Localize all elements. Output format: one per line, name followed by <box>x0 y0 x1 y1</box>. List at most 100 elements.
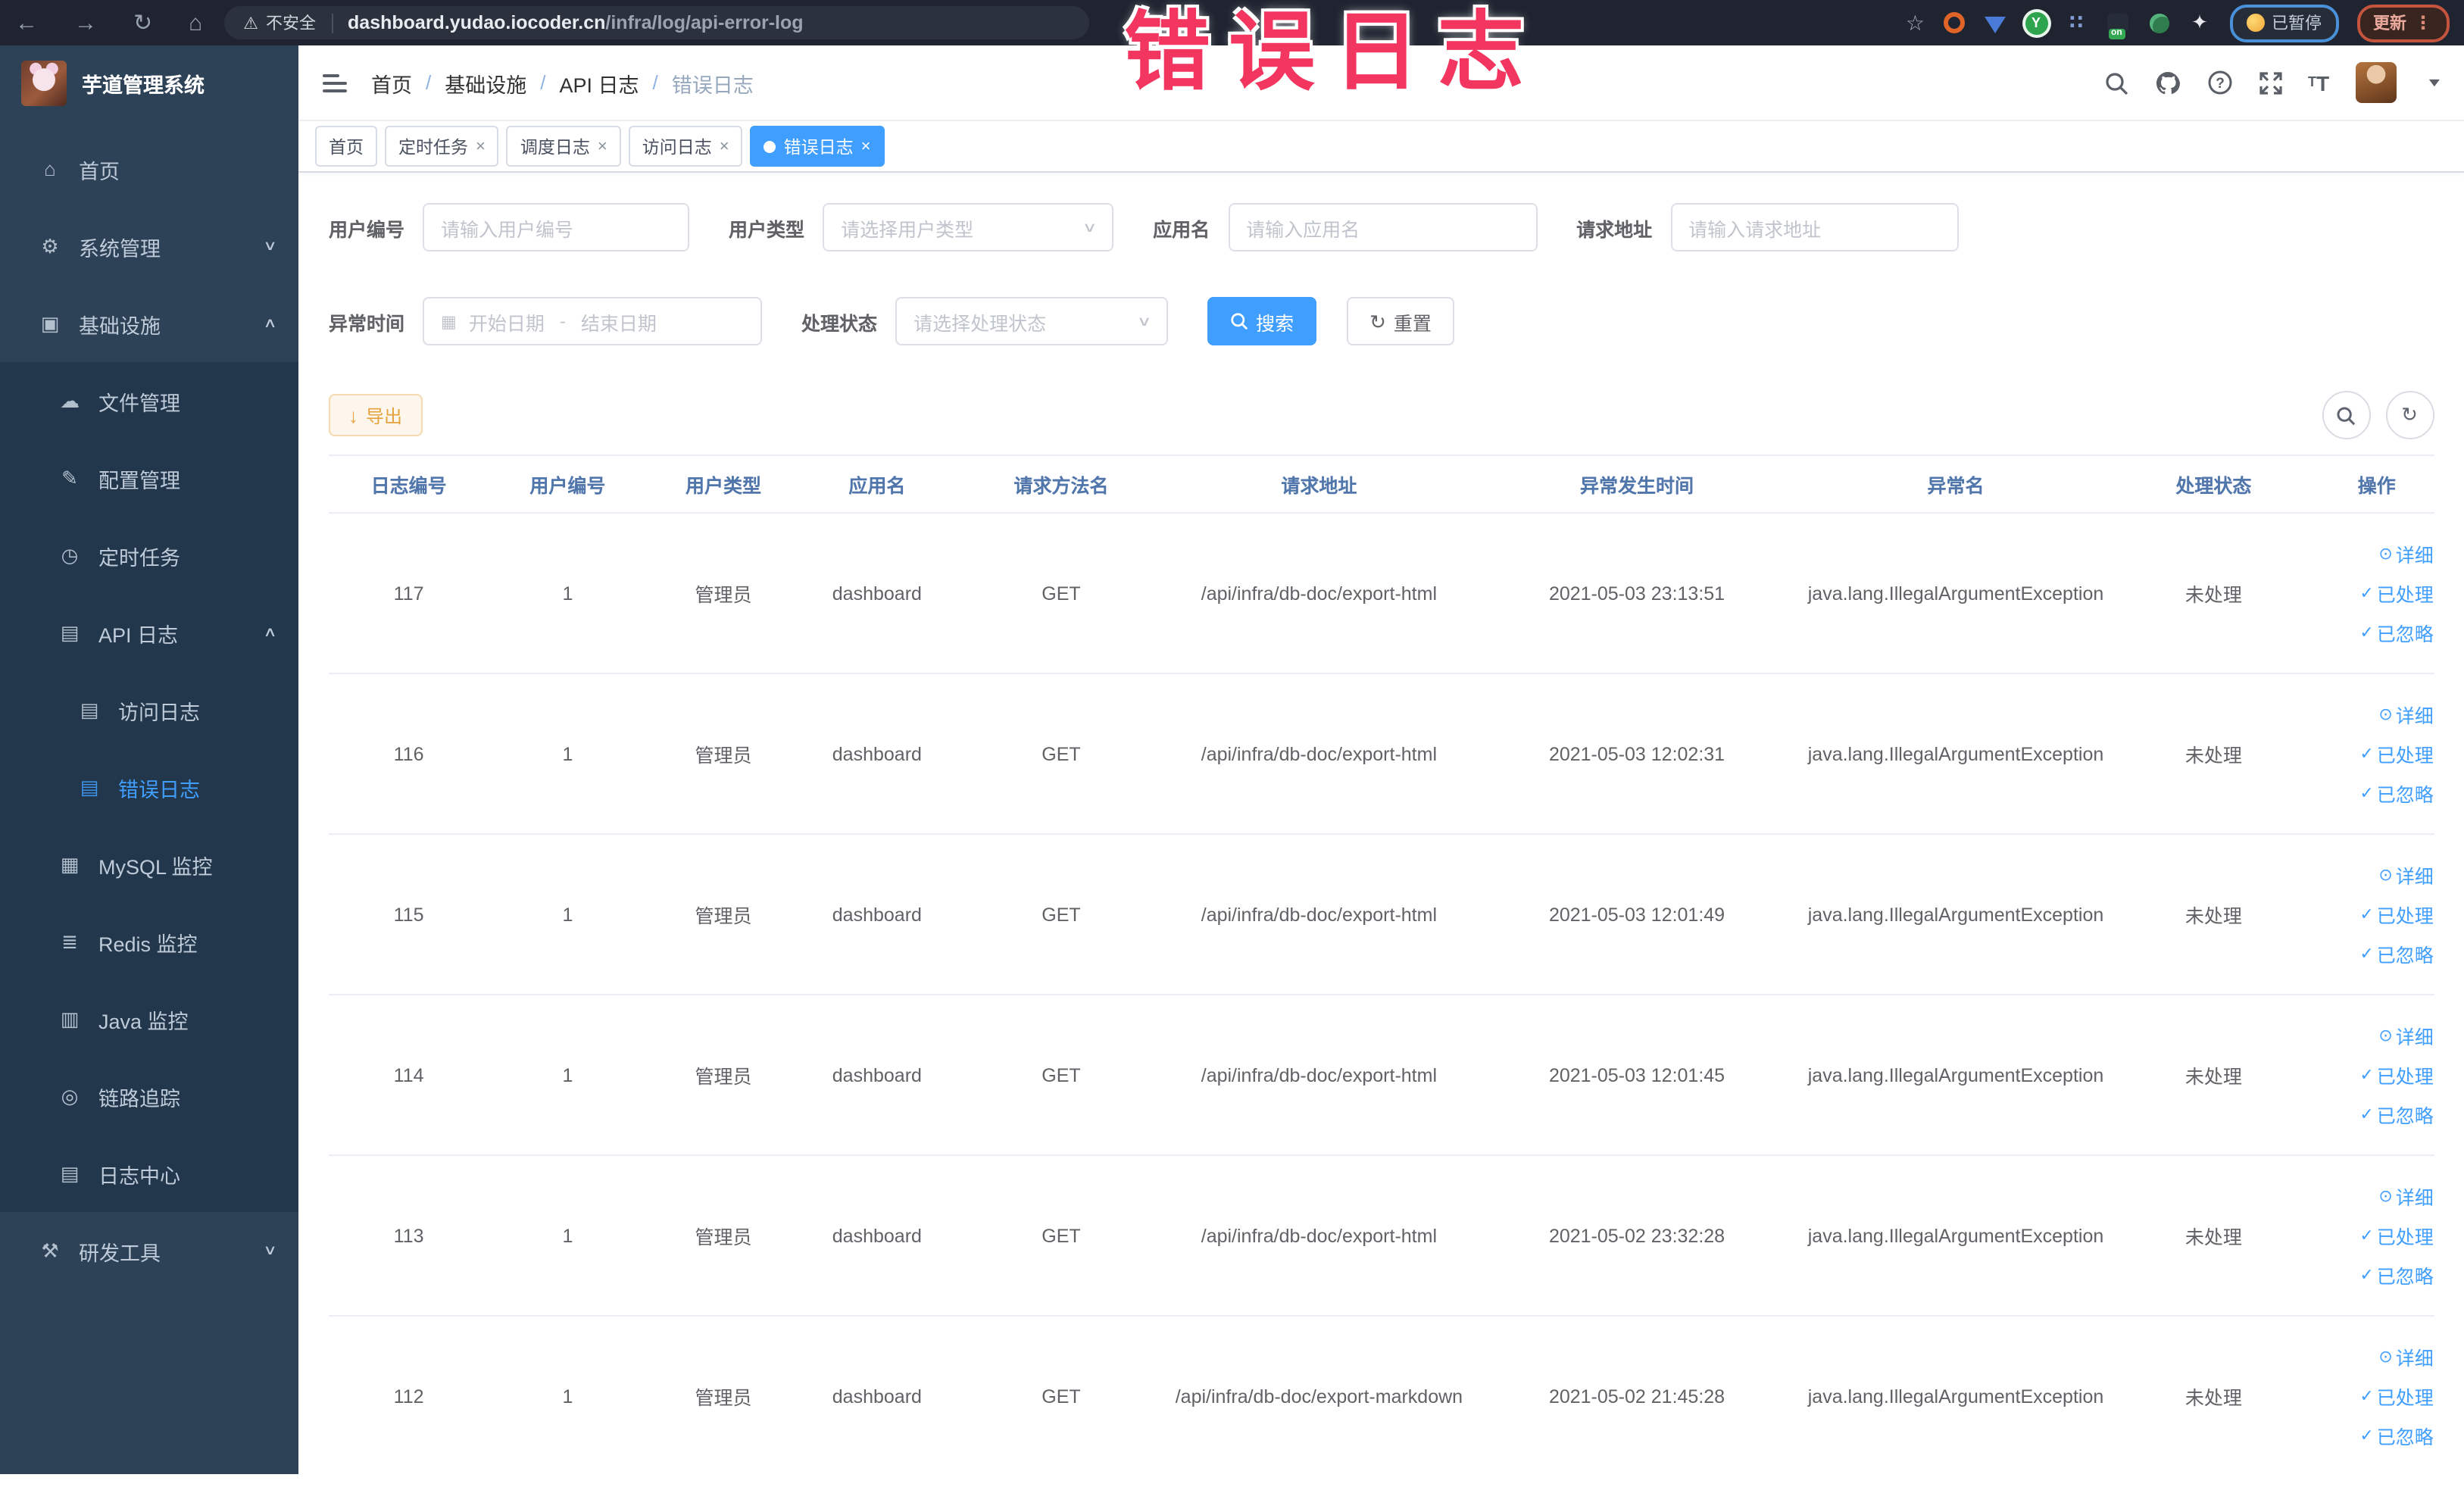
extension-icon[interactable]: ∷ <box>2066 11 2088 34</box>
search-icon[interactable] <box>2103 70 2128 95</box>
sidebar-item-11[interactable]: ▥ Java 监控 <box>0 980 298 1057</box>
cell-status: 未处理 <box>2184 1067 2242 1088</box>
sidebar-item-label: 错误日志 <box>118 778 200 801</box>
bookmark-star-icon[interactable]: ☆ <box>1906 10 1925 36</box>
sidebar-item-1[interactable]: ⚙ 系统管理 ∨ <box>0 208 298 285</box>
close-icon[interactable]: × <box>861 137 871 155</box>
tab-3[interactable]: 访问日志 × <box>628 126 743 167</box>
sidebar-item-14[interactable]: ⚒ 研发工具 ∨ <box>0 1212 298 1289</box>
tab-2[interactable]: 调度日志 × <box>506 126 621 167</box>
row-action-detail[interactable]: ⊙ 详细 <box>2378 1021 2433 1050</box>
check-icon: ✓ <box>2359 745 2374 764</box>
app-logo[interactable]: 芋道管理系统 <box>0 45 298 121</box>
sidebar-collapse-icon[interactable] <box>323 73 347 92</box>
row-action-ignored[interactable]: ✓ 已忽略 <box>2359 939 2433 968</box>
breadcrumb-separator: / <box>540 71 546 94</box>
home-icon[interactable]: ⌂ <box>189 11 202 34</box>
export-button[interactable]: ↓ 导出 <box>329 394 423 436</box>
check-icon: ✓ <box>2359 1267 2374 1285</box>
redis-monitor-icon: ≣ <box>61 929 78 952</box>
extension-icon[interactable] <box>1943 11 1966 34</box>
cell-log_id: 114 <box>393 1064 424 1086</box>
extension-icon[interactable]: ✦ <box>2188 11 2211 34</box>
warning-icon: ⚠ <box>243 14 259 33</box>
sidebar-item-7[interactable]: ▤ 访问日志 <box>0 671 298 748</box>
table-row: 116 1 管理员 dashboard GET/api/infra/db-doc/exp… <box>329 674 2434 835</box>
sidebar-item-8[interactable]: ▤ 错误日志 <box>0 748 298 826</box>
close-icon[interactable]: × <box>476 137 486 155</box>
extension-icon[interactable] <box>2147 11 2170 34</box>
row-action-processed[interactable]: ✓ 已处理 <box>2359 1061 2433 1089</box>
avatar[interactable] <box>2355 62 2397 103</box>
paused-badge[interactable]: 已暂停 <box>2229 4 2338 42</box>
chevron-down-icon: ∨ <box>264 1242 278 1257</box>
sidebar-item-2[interactable]: ▣ 基础设施 ∧ <box>0 285 298 362</box>
app-name-input[interactable]: 请输入应用名 <box>1228 203 1538 251</box>
fullscreen-icon[interactable] <box>2258 70 2282 95</box>
row-action-detail[interactable]: ⊙ 详细 <box>2378 539 2433 568</box>
row-action-ignored[interactable]: ✓ 已忽略 <box>2359 1100 2433 1129</box>
trace-icon: ◎ <box>61 1084 79 1107</box>
update-button[interactable]: 更新 ⋮ <box>2356 4 2449 42</box>
security-warning[interactable]: ⚠ 不安全 <box>243 11 316 35</box>
search-button[interactable]: 搜索 <box>1207 297 1317 345</box>
breadcrumb-item[interactable]: API 日志 <box>560 67 639 98</box>
sidebar-item-12[interactable]: ◎ 链路追踪 <box>0 1057 298 1135</box>
sidebar-item-3[interactable]: ☁ 文件管理 <box>0 362 298 439</box>
sidebar-item-9[interactable]: ▦ MySQL 监控 <box>0 826 298 903</box>
row-action-ignored[interactable]: ✓ 已忽略 <box>2359 779 2433 808</box>
close-icon[interactable]: × <box>720 137 729 155</box>
sidebar-item-13[interactable]: ▤ 日志中心 <box>0 1135 298 1212</box>
cell-time: 2021-05-02 21:45:28 <box>1548 1385 1725 1407</box>
request-url-input[interactable]: 请输入请求地址 <box>1670 203 1959 251</box>
close-icon[interactable]: × <box>598 137 607 155</box>
java-monitor-icon: ▥ <box>60 1007 80 1029</box>
sidebar-item-6[interactable]: ▤ API 日志 ∧ <box>0 594 298 671</box>
row-action-ignored[interactable]: ✓ 已忽略 <box>2359 1421 2433 1450</box>
row-action-processed[interactable]: ✓ 已处理 <box>2359 900 2433 929</box>
row-action-detail[interactable]: ⊙ 详细 <box>2378 861 2433 889</box>
help-icon[interactable]: ? <box>2206 70 2232 95</box>
row-action-detail[interactable]: ⊙ 详细 <box>2378 700 2433 729</box>
reset-button[interactable]: ↻ 重置 <box>1347 297 1454 345</box>
chevron-down-icon[interactable]: ▼ <box>2425 76 2443 89</box>
sidebar-item-10[interactable]: ≣ Redis 监控 <box>0 903 298 980</box>
row-action-ignored[interactable]: ✓ 已忽略 <box>2359 618 2433 647</box>
forward-icon[interactable]: → <box>74 11 97 34</box>
sidebar-item-0[interactable]: ⌂ 首页 <box>0 130 298 208</box>
row-action-processed[interactable]: ✓ 已处理 <box>2359 1221 2433 1250</box>
address-bar[interactable]: ⚠ 不安全 dashboard.yudao.iocoder.cn/infra/lo… <box>223 6 1089 39</box>
row-action-processed[interactable]: ✓ 已处理 <box>2359 739 2433 768</box>
tab-1[interactable]: 定时任务 × <box>385 126 499 167</box>
font-size-icon[interactable]: TT <box>2308 72 2329 93</box>
cell-log_id: 116 <box>393 743 424 764</box>
tab-0[interactable]: 首页 <box>315 126 377 167</box>
cell-log_id: 112 <box>393 1385 424 1407</box>
date-range-picker[interactable]: ▦ 开始日期 - 结束日期 <box>423 297 763 345</box>
user-id-input[interactable]: 请输入用户编号 <box>423 203 690 251</box>
back-icon[interactable]: ← <box>15 11 38 34</box>
row-action-detail[interactable]: ⊙ 详细 <box>2378 1182 2433 1211</box>
row-action-processed[interactable]: ✓ 已处理 <box>2359 1382 2433 1410</box>
refresh-table-button[interactable]: ↻ <box>2385 391 2434 439</box>
row-action-detail[interactable]: ⊙ 详细 <box>2378 1342 2433 1371</box>
row-action-processed[interactable]: ✓ 已处理 <box>2359 579 2433 608</box>
row-action-ignored[interactable]: ✓ 已忽略 <box>2359 1261 2433 1289</box>
extension-icon[interactable]: Y <box>2025 11 2047 34</box>
process-status-select[interactable]: 请选择处理状态 ∨ <box>895 297 1169 345</box>
check-icon: ✓ <box>2359 1427 2374 1445</box>
breadcrumb-item[interactable]: 基础设施 <box>445 67 526 98</box>
breadcrumb-item[interactable]: 首页 <box>371 67 412 98</box>
extension-icon[interactable] <box>2106 11 2129 34</box>
sidebar-item-5[interactable]: ◷ 定时任务 <box>0 517 298 594</box>
reload-icon[interactable]: ↻ <box>133 11 152 34</box>
sidebar-item-4[interactable]: ✎ 配置管理 <box>0 439 298 517</box>
user-type-select[interactable]: 请选择用户类型 ∨ <box>823 203 1114 251</box>
tab-4[interactable]: 错误日志 × <box>750 126 885 167</box>
extension-icon[interactable] <box>1984 11 2006 34</box>
github-icon[interactable] <box>2153 69 2181 96</box>
cell-exception: java.lang.IllegalArgumentException <box>1807 583 2104 604</box>
kebab-menu-icon[interactable]: ⋮ <box>2414 12 2432 33</box>
toggle-search-button[interactable] <box>2322 391 2370 439</box>
cell-user_id: 1 <box>562 1064 573 1086</box>
